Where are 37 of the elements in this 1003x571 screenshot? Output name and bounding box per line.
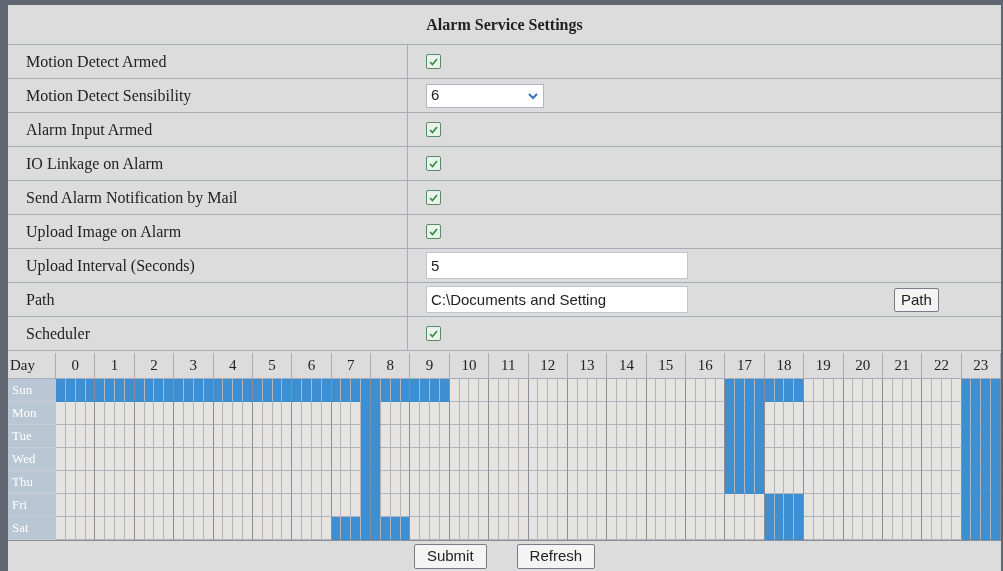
chevron-down-icon — [527, 91, 539, 100]
checkbox[interactable] — [426, 224, 441, 239]
day-label: Fri — [8, 494, 56, 517]
checkbox[interactable] — [426, 54, 441, 69]
checkbox[interactable] — [426, 122, 441, 137]
check-icon — [429, 125, 438, 134]
check-icon — [429, 329, 438, 338]
input-field[interactable]: 5 — [426, 252, 688, 279]
checkbox[interactable] — [426, 326, 441, 341]
check-icon — [429, 227, 438, 236]
select-field[interactable]: 6 — [426, 83, 544, 108]
setting-label: Motion Detect Sensibility — [26, 85, 192, 107]
checkbox[interactable] — [426, 156, 441, 171]
day-label: Sun — [8, 379, 56, 402]
setting-label: Upload Interval (Seconds) — [26, 255, 195, 277]
check-icon — [429, 159, 438, 168]
day-label: Wed — [8, 448, 56, 471]
setting-label: Scheduler — [26, 323, 90, 344]
day-label: Tue — [8, 425, 56, 448]
select-value: 6 — [431, 85, 440, 106]
setting-label: Upload Image on Alarm — [26, 221, 182, 243]
check-icon — [429, 57, 438, 66]
day-label: Thu — [8, 471, 56, 494]
check-icon — [429, 193, 438, 202]
setting-label: IO Linkage on Alarm — [26, 153, 164, 175]
setting-label: Motion Detect Armed — [26, 51, 167, 72]
action-button[interactable]: Refresh — [516, 543, 596, 569]
setting-label: Path — [26, 289, 55, 310]
path-button[interactable]: Path — [894, 287, 939, 312]
settings-title: Alarm Service Settings — [426, 14, 583, 36]
setting-label: Alarm Input Armed — [26, 119, 153, 141]
action-button[interactable]: Submit — [413, 543, 487, 569]
setting-label: Send Alarm Notification by Mail — [26, 187, 238, 209]
day-label: Mon — [8, 402, 56, 425]
path-field[interactable]: C:\Documents and Setting — [426, 286, 688, 313]
day-label: Sat — [8, 517, 56, 540]
checkbox[interactable] — [426, 190, 441, 205]
